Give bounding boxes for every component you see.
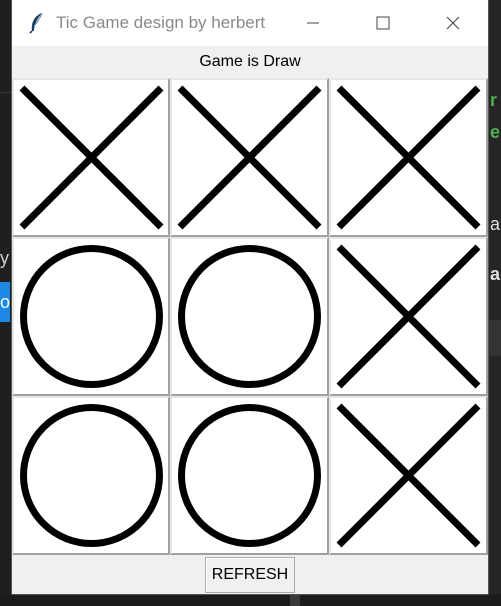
close-icon bbox=[446, 16, 460, 30]
background-text: a bbox=[490, 214, 501, 234]
o-mark-icon bbox=[19, 245, 163, 388]
footer-bar: REFRESH bbox=[12, 555, 488, 594]
o-mark-icon bbox=[178, 245, 321, 388]
game-board bbox=[12, 78, 488, 555]
x-mark-icon bbox=[19, 85, 163, 230]
title-bar[interactable]: Tic Game design by herbert bbox=[12, 0, 488, 46]
board-cell-7[interactable] bbox=[12, 396, 170, 555]
board-cell-9[interactable] bbox=[329, 396, 488, 555]
window-title: Tic Game design by herbert bbox=[56, 13, 266, 32]
background-app-right: r e a a bbox=[488, 0, 501, 606]
x-mark-icon bbox=[336, 244, 481, 389]
o-mark-icon bbox=[19, 404, 163, 547]
background-scroll-segment bbox=[290, 594, 300, 606]
minimize-button[interactable] bbox=[278, 0, 348, 46]
minimize-icon bbox=[306, 16, 320, 30]
background-divider bbox=[0, 92, 12, 93]
x-mark-icon bbox=[336, 85, 481, 230]
board-cell-3[interactable] bbox=[329, 78, 488, 237]
background-panel bbox=[488, 320, 501, 356]
board-cell-4[interactable] bbox=[12, 237, 170, 396]
background-text: e bbox=[490, 122, 501, 142]
game-status-label: Game is Draw bbox=[12, 46, 488, 78]
background-app-bottom bbox=[0, 594, 501, 606]
close-button[interactable] bbox=[418, 0, 488, 46]
maximize-button[interactable] bbox=[348, 0, 418, 46]
feather-icon bbox=[28, 12, 46, 34]
background-text: o bbox=[0, 292, 11, 312]
background-text: r bbox=[490, 90, 498, 110]
game-window: Tic Game design by herbert Game is Draw … bbox=[12, 0, 488, 594]
board-cell-1[interactable] bbox=[12, 78, 170, 237]
x-mark-icon bbox=[177, 85, 322, 230]
o-mark-icon bbox=[178, 404, 321, 547]
board-cell-8[interactable] bbox=[170, 396, 329, 555]
board-cell-5[interactable] bbox=[170, 237, 329, 396]
refresh-button[interactable]: REFRESH bbox=[204, 556, 296, 593]
background-text: a bbox=[490, 264, 501, 284]
board-cell-6[interactable] bbox=[329, 237, 488, 396]
background-text: y bbox=[0, 248, 9, 268]
board-cell-2[interactable] bbox=[170, 78, 329, 237]
maximize-icon bbox=[376, 16, 390, 30]
x-mark-icon bbox=[336, 403, 481, 548]
background-app-left: y o bbox=[0, 0, 12, 606]
background-highlight: o bbox=[0, 282, 10, 322]
